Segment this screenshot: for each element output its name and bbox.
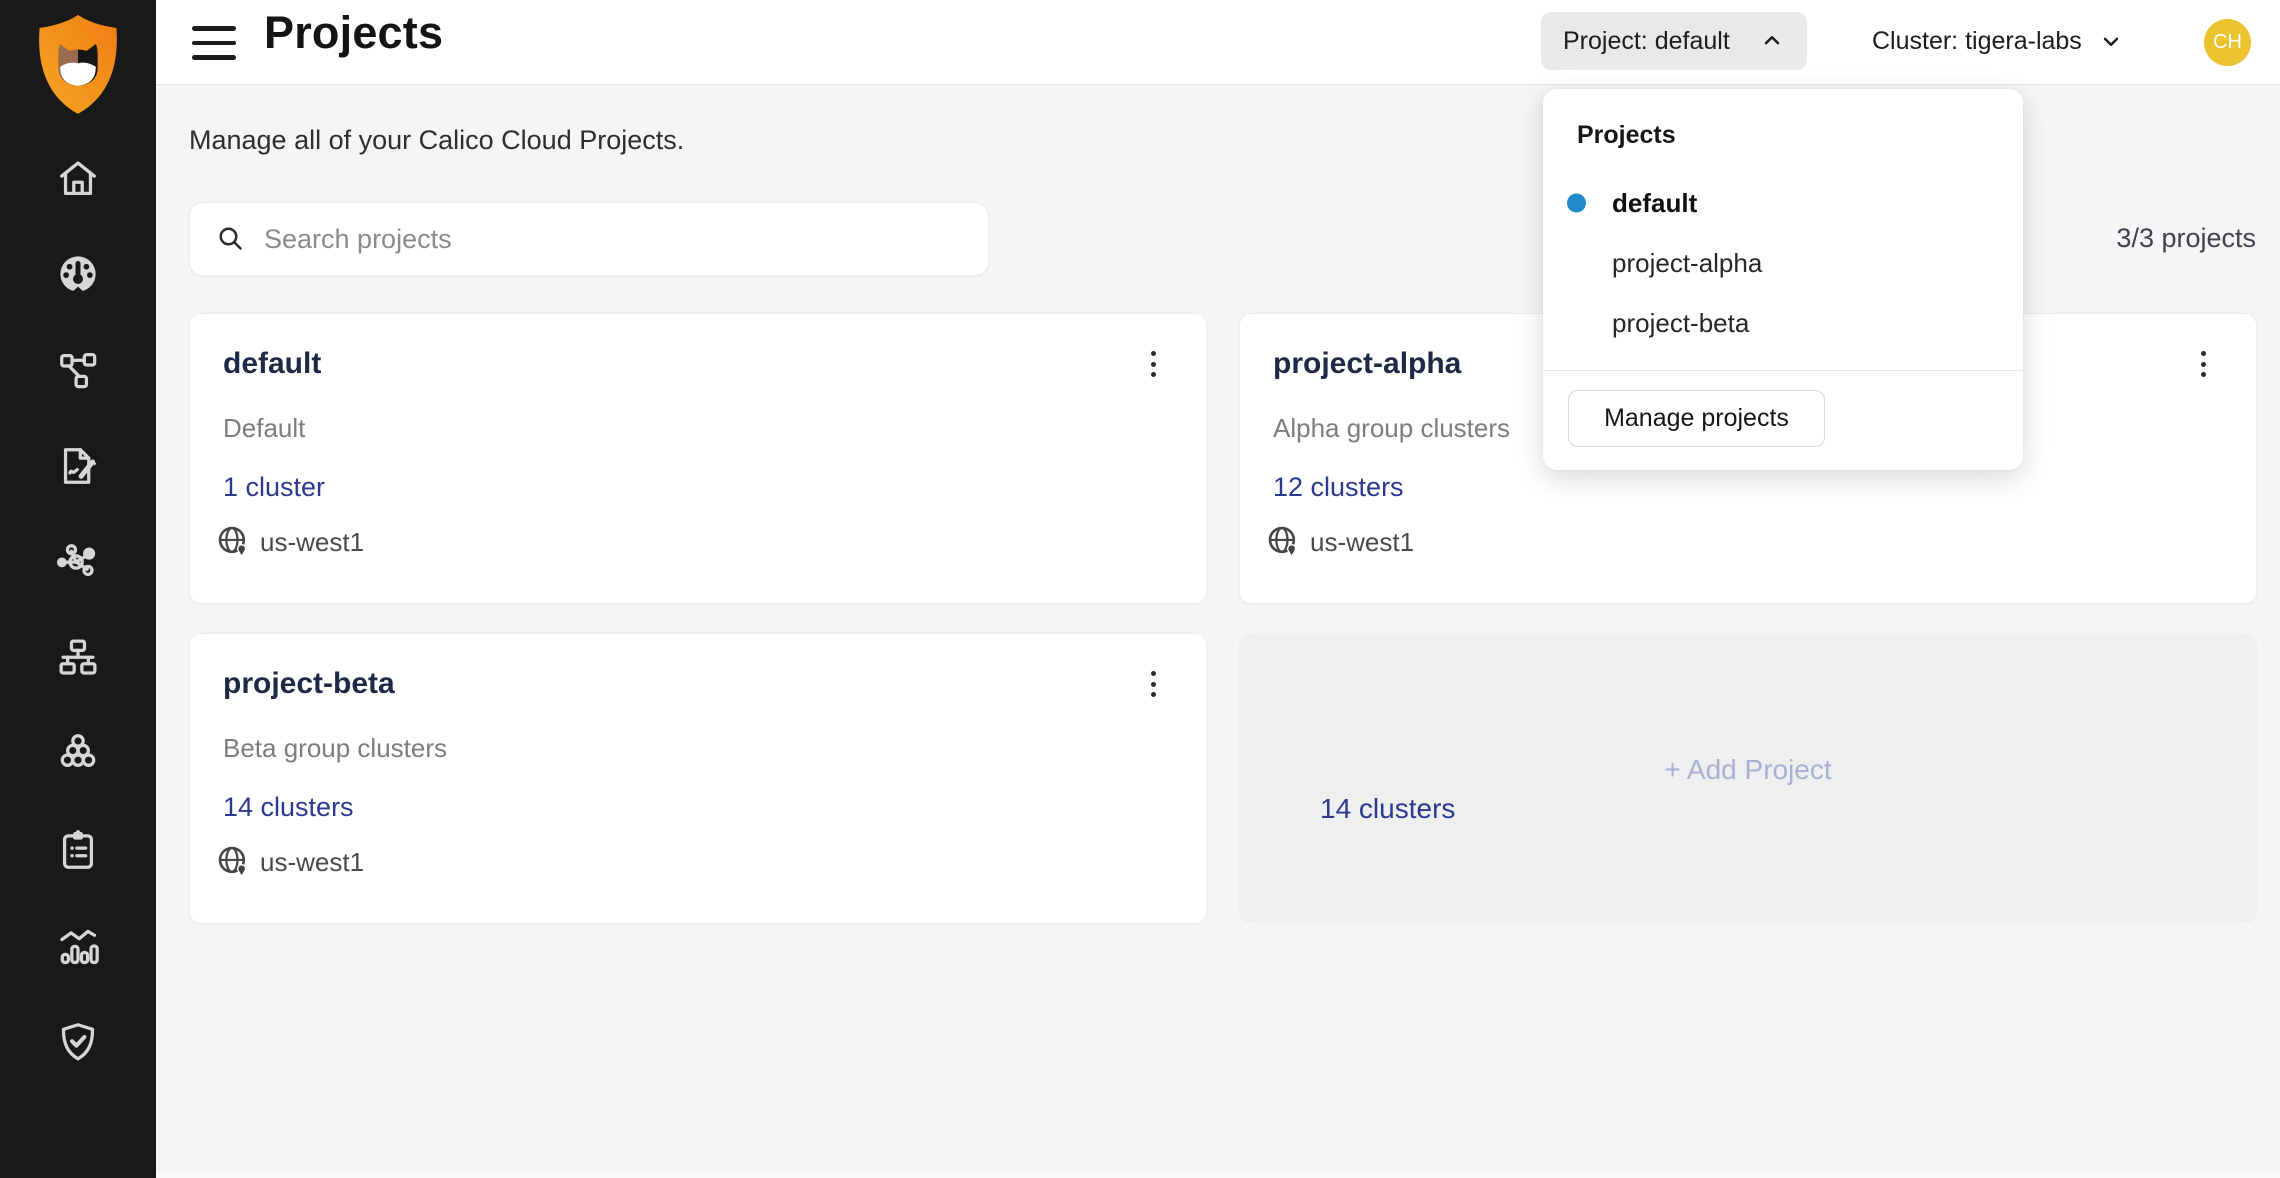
region-label: us-west1	[1310, 527, 1414, 558]
globe-pin-icon	[216, 524, 252, 560]
sitemap-icon	[55, 635, 101, 681]
cluster-selector-button[interactable]: Cluster: tigera-labs	[1872, 12, 2124, 70]
page-subtitle: Manage all of your Calico Cloud Projects…	[189, 125, 684, 156]
sidebar-item-home[interactable]	[55, 155, 101, 201]
dropdown-list: default project-alpha project-beta	[1543, 173, 2023, 353]
add-project-card[interactable]: + Add Project 14 clusters	[1239, 633, 2257, 923]
clipboard-list-icon	[55, 827, 101, 873]
sidebar-item-policies[interactable]	[55, 443, 101, 489]
topology-nodes-icon	[55, 347, 101, 393]
chart-trend-icon	[55, 923, 101, 969]
card-menu-kebab-icon[interactable]	[2186, 342, 2220, 386]
calico-logo[interactable]	[30, 12, 126, 116]
dropdown-item-project-beta[interactable]: project-beta	[1543, 293, 2023, 353]
sidebar-item-compliance[interactable]	[55, 827, 101, 873]
page-title: Projects	[264, 7, 443, 59]
region-label: us-west1	[260, 847, 364, 878]
globe-pin-icon	[1266, 524, 1302, 560]
hamburger-menu-button[interactable]	[192, 26, 236, 60]
shield-check-icon	[55, 1019, 101, 1065]
clusters-link[interactable]: 1 cluster	[223, 472, 325, 503]
dropdown-item-project-alpha[interactable]: project-alpha	[1543, 233, 2023, 293]
clusters-link[interactable]: 14 clusters	[223, 792, 354, 823]
app-window: Projects Project: default Cluster: tiger…	[0, 0, 2280, 1178]
project-selector-label: Project: default	[1563, 27, 1730, 56]
document-edit-icon	[55, 443, 101, 489]
sidebar-item-clusters[interactable]	[55, 731, 101, 777]
dropdown-heading: Projects	[1577, 121, 1676, 150]
user-avatar[interactable]: CH	[2204, 19, 2251, 66]
project-card-description: Default	[223, 413, 305, 444]
region-label: us-west1	[260, 527, 364, 558]
dropdown-item-label: project-beta	[1612, 308, 1749, 339]
globe-pin-icon	[216, 844, 252, 880]
selected-project-dot-icon	[1567, 194, 1586, 213]
sidebar-item-topology[interactable]	[55, 347, 101, 393]
sidebar-item-activity[interactable]	[55, 923, 101, 969]
top-header: Projects Project: default Cluster: tiger…	[156, 0, 2280, 85]
sidebar-item-dashboard[interactable]	[55, 251, 101, 297]
sidebar-item-service-graph[interactable]	[55, 539, 101, 585]
home-icon	[55, 155, 101, 201]
card-menu-kebab-icon[interactable]	[1136, 662, 1170, 706]
scrollbar-track	[156, 1172, 2280, 1178]
projects-dropdown: Projects default project-alpha project-b…	[1543, 89, 2023, 470]
project-card-beta: project-beta Beta group clusters 14 clus…	[189, 633, 1207, 924]
dropdown-item-label: default	[1612, 188, 1697, 219]
region-row: us-west1	[216, 844, 364, 880]
clusters-link[interactable]: 12 clusters	[1273, 472, 1404, 503]
dropdown-item-label: project-alpha	[1612, 248, 1762, 279]
cluster-selector-label: Cluster: tigera-labs	[1872, 27, 2082, 56]
chevron-up-icon	[1759, 28, 1785, 54]
gauge-icon	[55, 251, 101, 297]
sidebar	[0, 0, 156, 1178]
project-card-default: default Default 1 cluster us-west1	[189, 313, 1207, 604]
search-icon	[216, 224, 246, 254]
molecule-icon	[55, 539, 101, 585]
project-card-title: project-beta	[223, 667, 395, 701]
search-input[interactable]	[246, 224, 978, 255]
project-card-description: Alpha group clusters	[1273, 413, 1510, 444]
sidebar-item-networks[interactable]	[55, 635, 101, 681]
stray-clusters-link[interactable]: 14 clusters	[1320, 793, 1455, 825]
project-selector-button[interactable]: Project: default	[1541, 12, 1807, 70]
sidebar-item-threat-defense[interactable]	[55, 1019, 101, 1065]
search-box	[189, 202, 989, 276]
sidebar-nav	[0, 155, 156, 1065]
chevron-down-icon	[2098, 28, 2124, 54]
project-card-description: Beta group clusters	[223, 733, 447, 764]
project-card-title: project-alpha	[1273, 347, 1461, 381]
project-card-title: default	[223, 347, 321, 381]
region-row: us-west1	[1266, 524, 1414, 560]
circle-cluster-icon	[55, 731, 101, 777]
calico-shield-icon	[30, 12, 126, 118]
dropdown-item-default[interactable]: default	[1543, 173, 2023, 233]
add-project-button[interactable]: + Add Project	[1239, 754, 2257, 786]
dropdown-divider	[1543, 370, 2023, 371]
projects-count: 3/3 projects	[2116, 223, 2256, 254]
card-menu-kebab-icon[interactable]	[1136, 342, 1170, 386]
manage-projects-button[interactable]: Manage projects	[1568, 390, 1825, 447]
region-row: us-west1	[216, 524, 364, 560]
